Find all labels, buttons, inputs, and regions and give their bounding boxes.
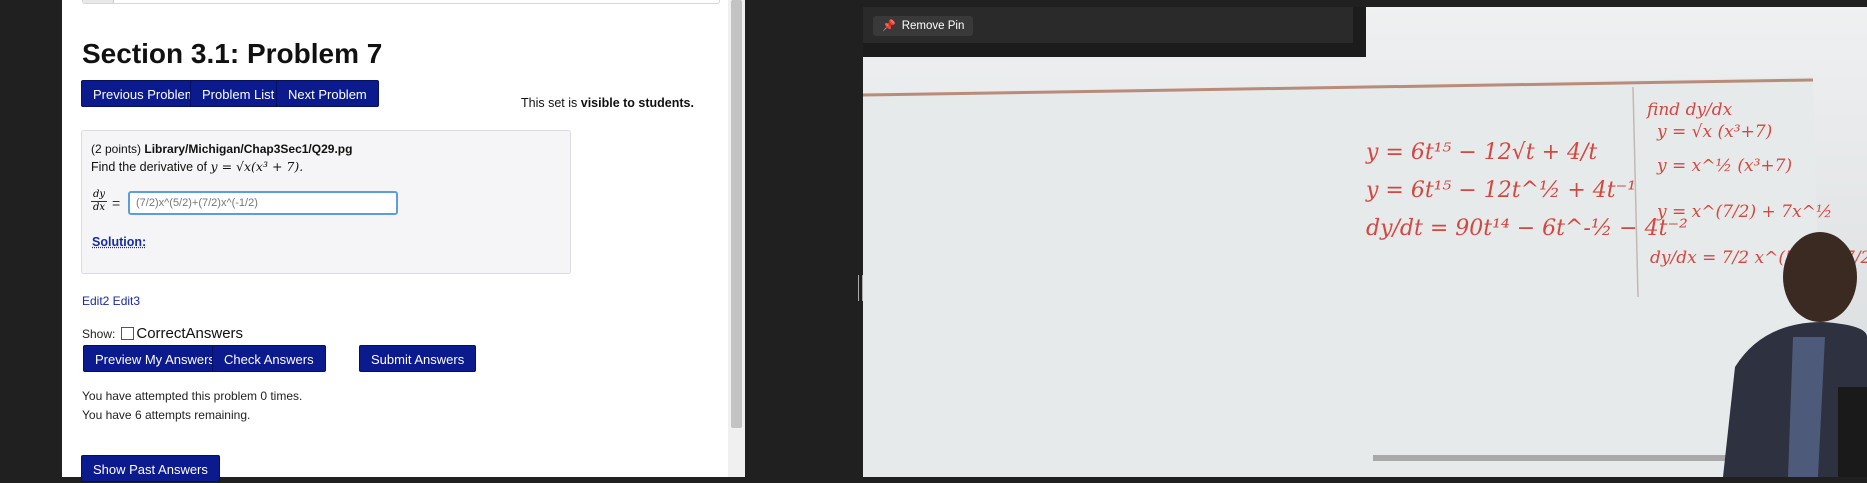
dydx-denominator: dx	[91, 201, 107, 213]
video-feed: y = 6t¹⁵ − 12√t + 4/t y = 6t¹⁵ − 12t^½ +…	[863, 7, 1867, 477]
correct-answers-label: CorrectAnswers	[136, 325, 244, 342]
board-line-left-2: y = 6t¹⁵ − 12t^½ + 4t⁻¹	[1365, 178, 1636, 203]
problem-header: (2 points) Library/Michigan/Chap3Sec1/Q2…	[91, 142, 352, 156]
top-nav-strip	[82, 0, 720, 4]
instructor-head	[1783, 232, 1857, 322]
board-line-right-2: y = √x (x³+7)	[1656, 122, 1772, 142]
attempts-remaining: You have 6 attempts remaining.	[82, 408, 251, 422]
marker-tray	[1373, 455, 1733, 461]
visibility-status: visible to students.	[580, 96, 694, 110]
board-line-right-4: y = x^(7/2) + 7x^½	[1656, 202, 1832, 222]
next-problem-button[interactable]: Next Problem	[276, 80, 379, 107]
preview-answers-button[interactable]: Preview My Answers	[83, 345, 227, 372]
pane-divider	[745, 0, 863, 477]
attempts-info: You have attempted this problem 0 times.…	[82, 387, 302, 425]
board-line-left-3: dy/dt = 90t¹⁴ − 6t^-½ − 4t⁻²	[1366, 216, 1688, 241]
page-title: Section 3.1: Problem 7	[82, 38, 383, 69]
visibility-note: This set is visible to students.	[521, 96, 694, 110]
show-label: Show:	[82, 326, 116, 341]
previous-problem-button[interactable]: Previous Problem	[81, 80, 208, 107]
solution-toggle[interactable]: Solution:	[92, 235, 146, 249]
show-past-answers-button[interactable]: Show Past Answers	[81, 455, 220, 482]
show-options: Show: CorrectAnswers	[82, 325, 243, 342]
classroom-video: y = 6t¹⁵ − 12√t + 4/t y = 6t¹⁵ − 12t^½ +…	[863, 7, 1867, 477]
submit-answers-button[interactable]: Submit Answers	[359, 345, 477, 372]
dydx-fraction: dy dx	[91, 189, 107, 214]
equals-sign: =	[112, 195, 121, 211]
dydx-numerator: dy	[92, 189, 106, 200]
check-answers-button[interactable]: Check Answers	[212, 345, 326, 372]
top-strip-tab[interactable]	[83, 0, 114, 3]
scrollbar-thumb[interactable]	[731, 0, 742, 428]
problem-points: (2 points)	[91, 142, 142, 156]
problem-box: (2 points) Library/Michigan/Chap3Sec1/Q2…	[81, 130, 571, 274]
problem-page: Section 3.1: Problem 7 Previous Problem …	[62, 0, 728, 482]
prompt-text: Find the derivative of	[91, 160, 208, 174]
problem-list-button[interactable]: Problem List	[190, 80, 287, 107]
remove-pin-button[interactable]: 📌 Remove Pin	[873, 16, 974, 36]
board-line-left-1: y = 6t¹⁵ − 12√t + 4/t	[1365, 140, 1597, 165]
page-scrollbar[interactable]	[728, 0, 745, 477]
function-math: y = √x(x³ + 7).	[210, 159, 304, 174]
remove-pin-label: Remove Pin	[901, 20, 965, 32]
instructor-laptop	[1838, 387, 1867, 477]
visibility-prefix: This set is	[521, 96, 578, 110]
attempts-count: You have attempted this problem 0 times.	[82, 389, 303, 403]
problem-prompt: Find the derivative of y = √x(x³ + 7).	[91, 159, 303, 174]
correct-answers-checkbox[interactable]	[121, 327, 135, 340]
answer-input[interactable]	[128, 191, 398, 215]
edit-links[interactable]: Edit2 Edit3	[82, 294, 140, 308]
problem-path: Library/Michigan/Chap3Sec1/Q29.pg	[144, 142, 353, 156]
pin-icon: 📌	[882, 20, 896, 32]
webwork-pane: Section 3.1: Problem 7 Previous Problem …	[0, 0, 745, 482]
board-line-right-3: y = x^½ (x³+7)	[1656, 156, 1792, 176]
board-line-right-1: find dy/dx	[1645, 100, 1733, 120]
